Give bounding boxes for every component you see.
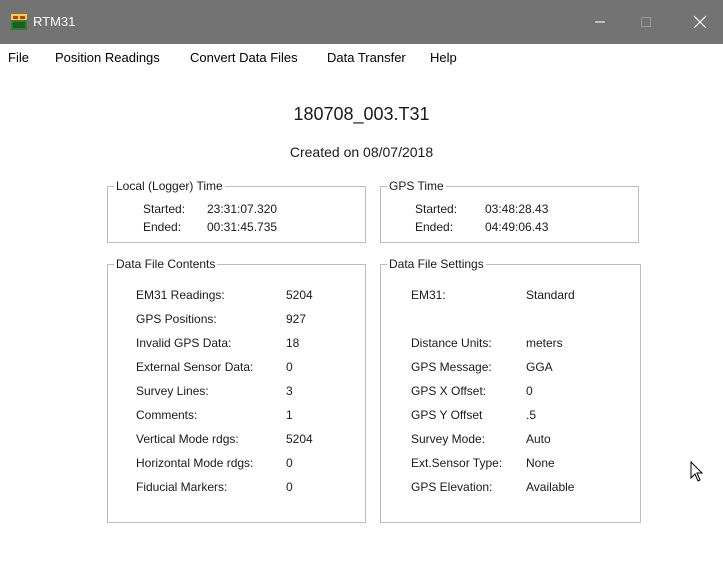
- rtm31-app-icon: [11, 14, 27, 30]
- contents-value: 5204: [286, 432, 313, 446]
- contents-value: 3: [286, 384, 293, 398]
- menu-data-transfer[interactable]: Data Transfer: [327, 50, 406, 65]
- menu-help[interactable]: Help: [430, 50, 457, 65]
- settings-label: Distance Units:: [411, 336, 492, 350]
- data-file-settings-group: Data File Settings EM31: Standard Distan…: [380, 257, 641, 523]
- gps-time-group: GPS Time Started: 03:48:28.43 Ended: 04:…: [380, 179, 639, 243]
- contents-label: EM31 Readings:: [136, 288, 225, 302]
- menu-bar: File Position Readings Convert Data File…: [0, 44, 723, 72]
- contents-label: Fiducial Markers:: [136, 480, 228, 494]
- data-file-contents-group: Data File Contents EM31 Readings: 5204 G…: [107, 257, 366, 523]
- close-button[interactable]: [677, 0, 723, 44]
- settings-value: Auto: [526, 432, 551, 446]
- mouse-pointer-icon: [690, 461, 704, 482]
- contents-value: 0: [286, 456, 293, 470]
- contents-label: Vertical Mode rdgs:: [136, 432, 239, 446]
- maximize-icon: [641, 17, 651, 27]
- local-ended-value: 00:31:45.735: [207, 220, 278, 234]
- minimize-icon: [595, 21, 605, 23]
- settings-title: Data File Settings: [387, 257, 486, 271]
- contents-value: 5204: [286, 288, 313, 302]
- local-started-value: 23:31:07.320: [207, 202, 278, 216]
- gps-time-title: GPS Time: [387, 179, 446, 193]
- maximize-button[interactable]: [623, 0, 669, 44]
- contents-title: Data File Contents: [114, 257, 218, 271]
- contents-label: GPS Positions:: [136, 312, 217, 326]
- minimize-button[interactable]: [577, 0, 623, 44]
- local-ended-label: Ended:: [143, 220, 182, 234]
- settings-em31-label: EM31:: [411, 288, 446, 302]
- menu-position-readings[interactable]: Position Readings: [55, 50, 160, 65]
- settings-value: Available: [526, 480, 575, 494]
- gps-started-value: 03:48:28.43: [485, 202, 549, 216]
- local-time-title: Local (Logger) Time: [114, 179, 225, 193]
- contents-value: 1: [286, 408, 293, 422]
- contents-label: External Sensor Data:: [136, 360, 254, 374]
- title-bar: RTM31: [0, 0, 723, 44]
- settings-label: Ext.Sensor Type:: [411, 456, 503, 470]
- created-date: Created on 08/07/2018: [289, 144, 434, 160]
- gps-ended-value: 04:49:06.43: [485, 220, 549, 234]
- menu-convert-data-files[interactable]: Convert Data Files: [190, 50, 298, 65]
- settings-value: .5: [526, 408, 537, 422]
- settings-value: GGA: [526, 360, 553, 374]
- contents-value: 0: [286, 480, 293, 494]
- settings-label: GPS Y Offset: [411, 408, 483, 422]
- settings-label: GPS X Offset:: [411, 384, 487, 398]
- contents-value: 18: [286, 336, 300, 350]
- settings-label: GPS Elevation:: [411, 480, 493, 494]
- settings-value: None: [526, 456, 555, 470]
- local-time-group: Local (Logger) Time Started: 23:31:07.32…: [107, 179, 366, 243]
- window-title: RTM31: [33, 14, 76, 29]
- contents-label: Horizontal Mode rdgs:: [136, 456, 254, 470]
- settings-value: 0: [526, 384, 533, 398]
- close-icon: [693, 15, 707, 29]
- local-started-label: Started:: [143, 202, 186, 216]
- contents-value: 927: [286, 312, 307, 326]
- settings-em31-value: Standard: [526, 288, 575, 302]
- menu-file[interactable]: File: [8, 50, 29, 65]
- settings-label: Survey Mode:: [411, 432, 486, 446]
- file-name-title: 180708_003.T31: [293, 104, 430, 124]
- contents-label: Survey Lines:: [136, 384, 209, 398]
- gps-started-label: Started:: [415, 202, 458, 216]
- contents-value: 0: [286, 360, 293, 374]
- gps-ended-label: Ended:: [415, 220, 454, 234]
- settings-value: meters: [526, 336, 563, 350]
- settings-label: GPS Message:: [411, 360, 492, 374]
- contents-label: Comments:: [136, 408, 198, 422]
- contents-label: Invalid GPS Data:: [136, 336, 232, 350]
